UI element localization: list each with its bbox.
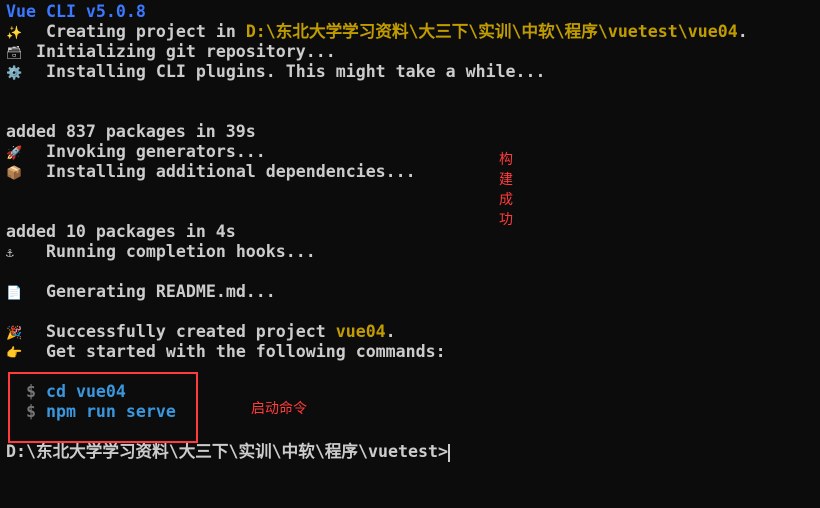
deps-line: 📦 Installing additional dependencies... — [6, 162, 748, 182]
project-path: D:\东北大学学习资料\大三下\实训\中软\程序\vuetest\vue04 — [245, 22, 738, 41]
success-line: 🎉 Successfully created project vue04. — [6, 322, 748, 342]
invoking-line: 🚀 Invoking generators... — [6, 142, 748, 162]
pointing-hand-icon: 👉 — [6, 346, 23, 361]
document-icon: 📄 — [6, 286, 23, 301]
rocket-icon: 🚀 — [6, 146, 23, 161]
added-packages-line-2: added 10 packages in 4s — [6, 222, 236, 241]
creating-line: ✨ Creating project in D:\东北大学学习资料\大三下\实训\… — [6, 22, 748, 42]
cli-version: Vue CLI v5.0.8 — [6, 2, 146, 21]
gear-icon: ⚙️ — [6, 66, 23, 81]
start-command-annotation: 启动命令 — [251, 401, 307, 417]
command-highlight-box — [8, 372, 198, 443]
prompt: D:\东北大学学习资料\大三下\实训\中软\程序\vuetest> — [6, 442, 448, 461]
party-icon: 🎉 — [6, 326, 23, 341]
plugins-line: ⚙️ Installing CLI plugins. This might tak… — [6, 62, 748, 82]
added-packages-line: added 837 packages in 39s — [6, 122, 256, 141]
package-icon: 📦 — [6, 166, 23, 181]
git-line: 🗃 Initializing git repository... — [6, 42, 748, 62]
anchor-icon: ⚓ — [6, 246, 14, 261]
cursor — [447, 443, 450, 462]
readme-line: 📄 Generating README.md... — [6, 282, 748, 302]
build-success-annotation: 构建成功 — [499, 152, 513, 228]
sparkles-icon: ✨ — [6, 26, 23, 41]
hooks-line: ⚓ Running completion hooks... — [6, 242, 748, 262]
project-name: vue04 — [335, 322, 386, 341]
get-started-line: 👉 Get started with the following commands… — [6, 342, 748, 362]
git-icon: 🗃 — [6, 46, 23, 61]
prompt-line[interactable]: D:\东北大学学习资料\大三下\实训\中软\程序\vuetest> — [6, 442, 748, 462]
